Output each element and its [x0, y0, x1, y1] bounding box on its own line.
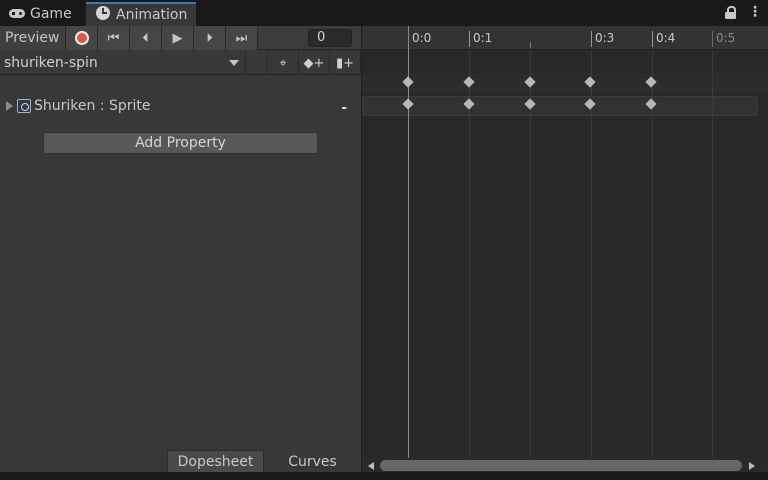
clip-bar: shuriken-spin ⌖ ◆+ ▮+ — [0, 51, 361, 75]
more-options-icon[interactable]: ⋮ — [748, 4, 762, 20]
dopesheet-timeline[interactable]: 0:0 0:1 0:3 0:4 0:5 — [361, 26, 768, 480]
clip-dropdown[interactable]: shuriken-spin — [0, 51, 246, 75]
step-forward-icon: ⏵ — [206, 30, 213, 46]
tick-label: 0:3 — [591, 31, 614, 47]
lock-icon[interactable] — [725, 6, 736, 19]
grid-line — [591, 50, 592, 458]
add-keyframe-icon: ◆+ — [303, 55, 325, 71]
scroll-left-icon[interactable] — [368, 462, 374, 470]
add-event-icon: ▮+ — [335, 55, 355, 71]
expand-arrow-icon[interactable] — [6, 101, 13, 111]
tab-game[interactable]: Game — [4, 2, 84, 26]
summary-track — [362, 73, 768, 93]
scrollbar-thumb[interactable] — [380, 460, 742, 471]
playback-controls: Preview ⏮ ⏴ ▶ ⏵ ⏭ 0 — [0, 26, 361, 50]
clock-icon — [94, 6, 112, 24]
add-property-button[interactable]: Add Property — [43, 132, 318, 154]
chevron-down-icon — [229, 60, 239, 66]
clip-name: shuriken-spin — [4, 55, 98, 71]
tick-label: 0:4 — [652, 31, 675, 47]
scroll-right-icon[interactable] — [749, 462, 755, 470]
play-icon: ▶ — [172, 30, 183, 46]
sprite-icon — [17, 99, 31, 113]
tab-dopesheet[interactable]: Dopesheet — [167, 450, 264, 474]
time-ruler[interactable]: 0:0 0:1 0:3 0:4 0:5 — [362, 26, 768, 50]
crosshair-icon: ⌖ — [279, 55, 287, 71]
tab-animation-label: Animation — [116, 7, 188, 23]
last-keyframe-button[interactable]: ⏭ — [226, 26, 258, 50]
tab-game-label: Game — [30, 6, 72, 22]
previous-keyframe-button[interactable]: ⏴ — [130, 26, 162, 50]
record-button[interactable] — [66, 26, 98, 50]
property-row[interactable]: Shuriken : Sprite - — [0, 96, 361, 116]
status-bar — [0, 472, 768, 480]
grid-line — [530, 50, 531, 458]
step-back-icon: ⏴ — [142, 30, 149, 46]
add-event-button[interactable]: ▮+ — [330, 51, 361, 75]
property-label: Shuriken : Sprite — [34, 98, 151, 114]
skip-to-end-icon: ⏭ — [235, 30, 248, 46]
grid-line — [469, 50, 470, 458]
tab-animation[interactable]: Animation — [86, 2, 196, 26]
gamepad-icon — [8, 6, 26, 22]
frame-field-wrap: 0 — [258, 26, 356, 49]
skip-to-start-icon: ⏮ — [107, 30, 120, 46]
view-mode-tabs: Dopesheet Curves — [167, 450, 361, 474]
next-keyframe-button[interactable]: ⏵ — [194, 26, 226, 50]
tab-curves[interactable]: Curves — [264, 450, 361, 474]
tick-label: 0:5 — [712, 31, 735, 47]
grid-line — [652, 50, 653, 458]
tick-mark — [530, 42, 531, 48]
preview-button[interactable]: Preview — [0, 26, 66, 50]
first-keyframe-button[interactable]: ⏮ — [98, 26, 130, 50]
tick-label: 0:1 — [469, 31, 492, 47]
frame-input[interactable]: 0 — [308, 28, 352, 47]
playhead[interactable] — [408, 26, 409, 458]
remove-property-button[interactable]: - — [341, 100, 347, 116]
record-icon — [74, 31, 89, 45]
animation-left-panel: Preview ⏮ ⏴ ▶ ⏵ ⏭ 0 shuriken-spin ⌖ ◆+ ▮… — [0, 26, 361, 480]
filter-selection-button[interactable]: ⌖ — [268, 51, 299, 75]
window-tab-bar: Game Animation ⋮ — [0, 0, 768, 26]
play-button[interactable]: ▶ — [162, 26, 194, 50]
tick-label: 0:0 — [408, 31, 431, 47]
property-track — [362, 96, 758, 116]
add-keyframe-button[interactable]: ◆+ — [299, 51, 330, 75]
grid-line — [712, 50, 713, 458]
